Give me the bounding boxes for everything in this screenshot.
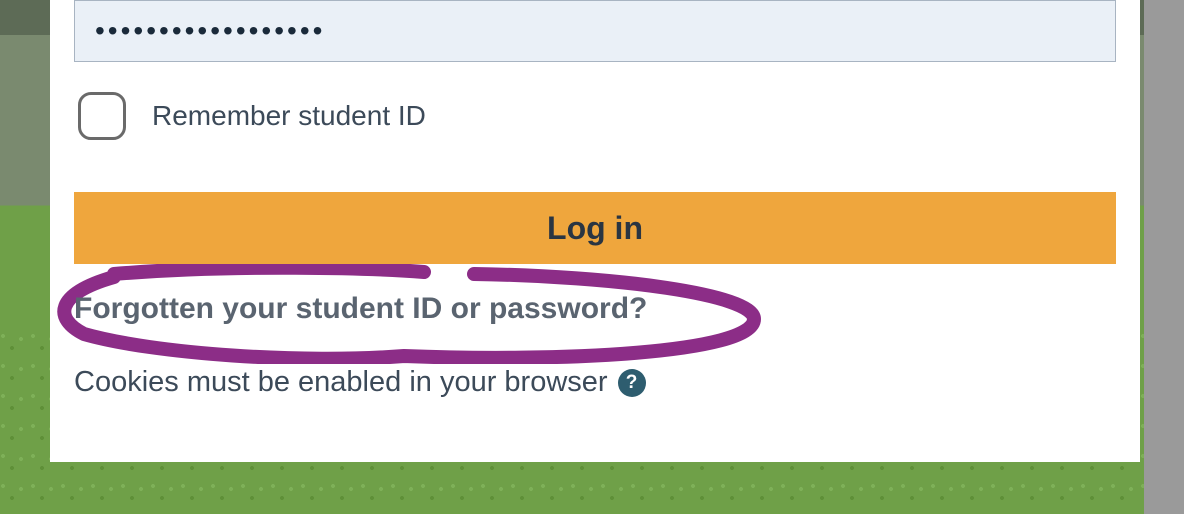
cookies-notice: Cookies must be enabled in your browser	[74, 366, 608, 399]
remember-checkbox[interactable]	[78, 92, 126, 140]
background-right-strip	[1144, 0, 1184, 514]
cookies-row: Cookies must be enabled in your browser …	[74, 366, 1116, 399]
login-card: Remember student ID Log in Forgotten you…	[50, 0, 1140, 462]
forgot-link-row: Forgotten your student ID or password?	[74, 292, 1116, 326]
help-icon[interactable]: ?	[618, 369, 646, 397]
remember-label: Remember student ID	[152, 100, 426, 132]
login-button[interactable]: Log in	[74, 192, 1116, 264]
forgot-password-link[interactable]: Forgotten your student ID or password?	[74, 292, 647, 325]
remember-row: Remember student ID	[78, 92, 1116, 140]
password-input[interactable]	[74, 0, 1116, 62]
